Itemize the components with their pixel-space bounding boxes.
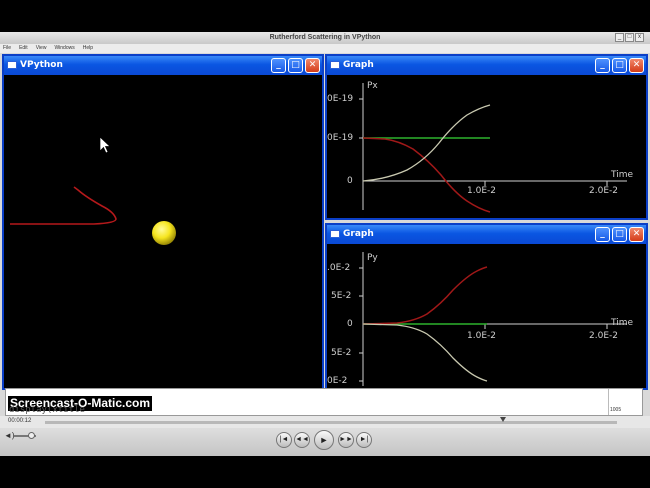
player-maximize-button[interactable]: □ bbox=[625, 33, 634, 42]
maximize-button[interactable]: □ bbox=[612, 227, 627, 242]
rewind-button[interactable]: ◄◄ bbox=[294, 432, 310, 448]
close-button[interactable]: ✕ bbox=[629, 58, 644, 73]
player-window-buttons: _ □ x bbox=[615, 33, 644, 42]
graph-py-title: Graph bbox=[343, 229, 374, 239]
vpython-titlebar[interactable]: VPython _ □ ✕ bbox=[4, 56, 322, 75]
graph-px-svg bbox=[359, 83, 627, 213]
px-xtick-2: 2.0E-2 bbox=[589, 186, 618, 196]
window-icon bbox=[330, 230, 340, 238]
volume-slider[interactable] bbox=[14, 432, 36, 439]
py-ytick-1: .0E-2 bbox=[327, 263, 351, 273]
playback-controls: ◄) |◄ ◄◄ ► ►► ►| bbox=[0, 428, 650, 456]
minimize-button[interactable]: _ bbox=[595, 58, 610, 73]
minimize-button[interactable]: _ bbox=[595, 227, 610, 242]
alpha-particle-trail bbox=[10, 186, 117, 225]
player-menubar: File Edit View Windows Help bbox=[0, 44, 650, 53]
player-minimize-button[interactable]: _ bbox=[615, 33, 624, 42]
px-ytick-mid: 0E-19 bbox=[327, 133, 354, 143]
vpython-window: VPython _ □ ✕ bbox=[2, 54, 324, 390]
skip-end-button[interactable]: ►| bbox=[356, 432, 372, 448]
volume-knob[interactable] bbox=[28, 432, 35, 439]
graph-py-plot: Py .0E-2 5E-2 0 5E-2 0E-2 Time 1.0E-2 2.… bbox=[327, 244, 646, 388]
menu-file[interactable]: File bbox=[3, 44, 11, 53]
menu-edit[interactable]: Edit bbox=[19, 44, 28, 53]
volume-icon[interactable]: ◄) bbox=[4, 431, 15, 440]
menu-view[interactable]: View bbox=[36, 44, 47, 53]
close-button[interactable]: ✕ bbox=[629, 227, 644, 242]
graph-px-window: Graph _ □ ✕ Px 0E-19 0E-19 0 Time 1.0E-2… bbox=[325, 54, 648, 220]
skip-start-button[interactable]: |◄ bbox=[276, 432, 292, 448]
fast-forward-button[interactable]: ►► bbox=[338, 432, 354, 448]
px-ytick-top: 0E-19 bbox=[327, 94, 354, 104]
px-series-white bbox=[362, 104, 491, 182]
px-series-red bbox=[362, 137, 491, 213]
graph-py-svg bbox=[359, 252, 627, 386]
graph-py-window: Graph _ □ ✕ Py .0E-2 5E-2 0 5E-2 0E-2 Ti… bbox=[325, 223, 648, 390]
gold-nucleus bbox=[152, 221, 176, 245]
seek-track[interactable] bbox=[45, 421, 617, 424]
current-time: 00:00:12 bbox=[8, 418, 32, 424]
graph-px-plot: Px 0E-19 0E-19 0 Time 1.0E-2 2.0E-2 bbox=[327, 75, 646, 218]
graph-py-titlebar[interactable]: Graph _ □ ✕ bbox=[327, 225, 646, 244]
close-button[interactable]: ✕ bbox=[305, 58, 320, 73]
maximize-button[interactable]: □ bbox=[288, 58, 303, 73]
vpython-title: VPython bbox=[20, 60, 63, 70]
py-ytick-4: 5E-2 bbox=[331, 348, 352, 358]
py-series-red bbox=[362, 266, 488, 325]
shell-code-line: display(xtitle bbox=[9, 405, 85, 415]
window-icon bbox=[7, 61, 17, 69]
player-title: Rutherford Scattering in VPython bbox=[0, 32, 650, 44]
play-button[interactable]: ► bbox=[314, 430, 334, 450]
py-ytick-5: 0E-2 bbox=[327, 376, 348, 386]
minimize-button[interactable]: _ bbox=[271, 58, 286, 73]
vpython-canvas[interactable] bbox=[4, 75, 322, 388]
py-xlabel: Time bbox=[611, 318, 634, 328]
window-icon bbox=[330, 61, 340, 69]
py-ytick-2: 5E-2 bbox=[331, 291, 352, 301]
py-xtick-2: 2.0E-2 bbox=[589, 331, 618, 341]
px-ytick-zero: 0 bbox=[347, 176, 353, 186]
graph-px-titlebar[interactable]: Graph _ □ ✕ bbox=[327, 56, 646, 75]
py-xtick-1: 1.0E-2 bbox=[467, 331, 496, 341]
shell-scroll-label[interactable]: 1005 bbox=[608, 389, 626, 415]
px-xtick-1: 1.0E-2 bbox=[467, 186, 496, 196]
player-close-button[interactable]: x bbox=[635, 33, 644, 42]
px-xlabel: Time bbox=[611, 170, 634, 180]
vpython-scene bbox=[10, 136, 176, 245]
mouse-cursor-icon bbox=[99, 136, 111, 154]
maximize-button[interactable]: □ bbox=[612, 58, 627, 73]
py-ylabel: Py bbox=[367, 253, 378, 263]
menu-windows[interactable]: Windows bbox=[54, 44, 74, 53]
menu-help[interactable]: Help bbox=[83, 44, 93, 53]
py-ytick-zero: 0 bbox=[347, 319, 353, 329]
px-ylabel: Px bbox=[367, 81, 378, 91]
seek-knob[interactable] bbox=[499, 417, 506, 422]
graph-px-title: Graph bbox=[343, 60, 374, 70]
screencast-stage: Rutherford Scattering in VPython _ □ x F… bbox=[0, 0, 650, 488]
playback-timebar: 00:00:12 bbox=[0, 416, 650, 428]
